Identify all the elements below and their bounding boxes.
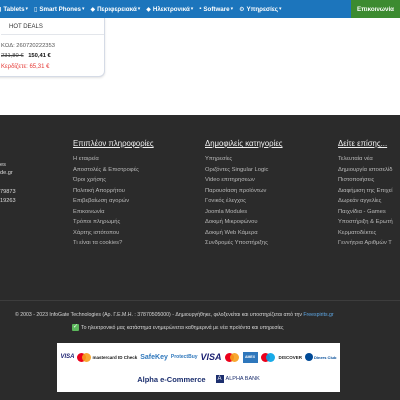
footer-link[interactable]: Υπηρεσίες	[205, 154, 283, 165]
nav-item-smart-phones[interactable]: ▯ Smart Phones ▾	[34, 6, 84, 13]
nav-label: Software	[203, 5, 230, 13]
footer-link[interactable]: Τελευταία νέα	[338, 154, 393, 165]
chevron-down-icon: ▾	[25, 6, 29, 12]
old-price: 231,80 €	[1, 53, 24, 59]
footer-link[interactable]: Χάρτης ιστότοπου	[73, 228, 154, 239]
nav-label: Ηλεκτρονικά	[152, 5, 190, 13]
services-icon: ⚙	[239, 6, 245, 13]
nav-item-electronics[interactable]: ◆ Ηλεκτρονικά ▾	[146, 6, 193, 13]
payment-methods: VISA mastercard ID Check SafeKey Protect…	[57, 343, 340, 392]
nav-label: Smart Phones	[39, 5, 81, 13]
brand-fragment: es	[0, 162, 6, 168]
new-price: 150,41 €	[28, 53, 51, 59]
update-notice-text: Το ηλεκτρονικό μας κατάστημα ενημερώνετα…	[81, 324, 284, 331]
footer-link[interactable]: Αποστολές & Επιστροφές	[73, 165, 154, 176]
update-notice: ✓ Το ηλεκτρονικό μας κατάστημα ενημερώνε…	[72, 324, 284, 331]
hot-deals-badge: HOT DEALS	[9, 24, 43, 30]
alpha-bank-icon: A	[215, 375, 224, 383]
tablet-icon: ▮	[0, 6, 1, 13]
nav-item-tablets[interactable]: ▮ Tablets ▾	[0, 6, 28, 13]
footer-column-info: Επιπλέον πληροφορίες Η εταιρεία Αποστολέ…	[73, 139, 154, 249]
chevron-down-icon: ▾	[137, 6, 141, 12]
visa-card-logo: VISA	[200, 352, 222, 362]
footer-link[interactable]: Παιχνίδια - Games	[338, 207, 393, 218]
footer-column-see-also: Δείτε επίσης... Τελευταία νέα Δημιουργία…	[338, 139, 393, 249]
checkmark-icon: ✓	[72, 324, 79, 331]
copyright-prefix: © 2003 - 2023 InfoGate Technologies (Αρ.…	[15, 312, 302, 318]
card-divider	[1, 34, 104, 35]
nav-contact-button[interactable]: Επικοινωνία	[351, 0, 400, 18]
mastercard-logo	[224, 352, 240, 362]
software-icon: ▪	[199, 6, 202, 12]
product-code: ΚΩΔ: 260720222353	[1, 43, 55, 49]
brand-fragment: 79873	[0, 189, 16, 195]
chevron-down-icon: ▾	[190, 6, 194, 12]
footer-link[interactable]: Η εταιρεία	[73, 154, 154, 165]
footer-link[interactable]: Επικοινωνία	[73, 207, 154, 218]
electronics-icon: ◆	[146, 6, 151, 13]
column-title: Επιπλέον πληροφορίες	[73, 139, 154, 148]
american-express-logo: AMEX	[242, 351, 258, 363]
footer-link[interactable]: Πιστοποιήσεις	[338, 175, 393, 186]
product-card[interactable]: HOT DEALS ΚΩΔ: 260720222353 231,80 € 150…	[0, 18, 105, 77]
payment-logos-row: VISA mastercard ID Check SafeKey Protect…	[57, 347, 340, 367]
footer-link[interactable]: Πολιτική Απορρήτου	[73, 186, 154, 197]
footer-link[interactable]: Joomla Modules	[205, 207, 283, 218]
footer-link[interactable]: Οριζόντες Singular Logic	[205, 165, 283, 176]
chevron-down-icon: ▾	[230, 6, 234, 12]
phone-icon: ▯	[34, 6, 38, 13]
footer-column-categories: Δημοφιλείς κατηγορίες Υπηρεσίες Οριζόντε…	[205, 139, 283, 249]
nav-item-peripherals[interactable]: ◆ Περιφερειακά ▾	[90, 6, 140, 13]
footer-link[interactable]: Διαφήμιση της Επιχεί	[338, 186, 393, 197]
footer-link[interactable]: Παρουσίαση προϊόντων	[205, 186, 283, 197]
freespirits-link[interactable]: Freespirits.gr	[303, 312, 333, 318]
peripherals-icon: ◆	[90, 6, 96, 13]
nav-label: Περιφερειακά	[97, 5, 137, 13]
footer-link[interactable]: Δοκιμή Web Κάμερα	[205, 228, 283, 239]
nav-label: Υπηρεσίες	[246, 5, 278, 13]
footer-link[interactable]: Δημιουργία ιστοσελίδ	[338, 165, 393, 176]
column-title: Δείτε επίσης...	[338, 139, 388, 148]
safekey-logo: SafeKey	[140, 353, 168, 361]
maestro-logo	[260, 352, 276, 362]
bank-logos-row: Alpha e-Commerce A ALPHA BANK	[57, 372, 340, 386]
footer-link[interactable]: Τρόποι πληρωμής	[73, 217, 154, 228]
nav-item-services[interactable]: ⚙ Υπηρεσίες ▾	[239, 6, 281, 13]
price-line: 231,80 € 150,41 €	[1, 53, 51, 59]
discover-logo: DISCOVER	[278, 354, 303, 360]
copyright-text: © 2003 - 2023 InfoGate Technologies (Αρ.…	[15, 312, 334, 318]
nav-contact-label: Επικοινωνία	[357, 5, 394, 13]
brand-fragment: 19263	[0, 198, 16, 204]
footer-link[interactable]: Υποστήριξη & Ερωτή	[338, 217, 393, 228]
chevron-down-icon: ▾	[81, 6, 85, 12]
footer-link[interactable]: Δωρεάν αγγελίες	[338, 196, 393, 207]
footer-link[interactable]: Τι είναι τα cookies?	[73, 238, 154, 249]
footer-link[interactable]: Video επιτηρησεων	[205, 175, 283, 186]
visa-logo: VISA	[60, 354, 75, 360]
footer-link[interactable]: Κερματοδέκτες	[338, 228, 393, 239]
footer-link[interactable]: Επιβεβαίωση αγορών	[73, 196, 154, 207]
nav-label: Tablets	[3, 5, 25, 13]
footer-link[interactable]: Δοκιμή Μικροφώνου	[205, 217, 283, 228]
footer-divider	[0, 300, 400, 301]
diners-club-logo: Diners Club	[305, 353, 336, 361]
protectbuy-logo: ProtectBuy	[170, 354, 198, 360]
footer-link[interactable]: Όροι χρήσης	[73, 175, 154, 186]
nav-item-software[interactable]: ▪ Software ▾	[199, 6, 233, 13]
chevron-down-icon: ▾	[278, 6, 282, 12]
footer-link[interactable]: Γεννήτρια Αριθμών Τ	[338, 238, 393, 249]
alpha-ecommerce-logo: Alpha e-Commerce	[137, 374, 206, 384]
brand-fragment: de.gr	[0, 170, 13, 176]
savings-text: Κερδίζετε: 65,31 €	[1, 64, 50, 70]
mastercard-id-check-logo: mastercard ID Check	[77, 352, 137, 362]
top-navigation: ▮ Tablets ▾ ▯ Smart Phones ▾ ◆ Περιφερει…	[0, 0, 400, 18]
footer-link[interactable]: Γονικός έλεγχος	[205, 196, 283, 207]
column-title: Δημοφιλείς κατηγορίες	[205, 139, 283, 148]
alpha-bank-logo: A ALPHA BANK	[215, 375, 260, 383]
footer-link[interactable]: Συνδρομές Υποστήριξης	[205, 238, 283, 249]
